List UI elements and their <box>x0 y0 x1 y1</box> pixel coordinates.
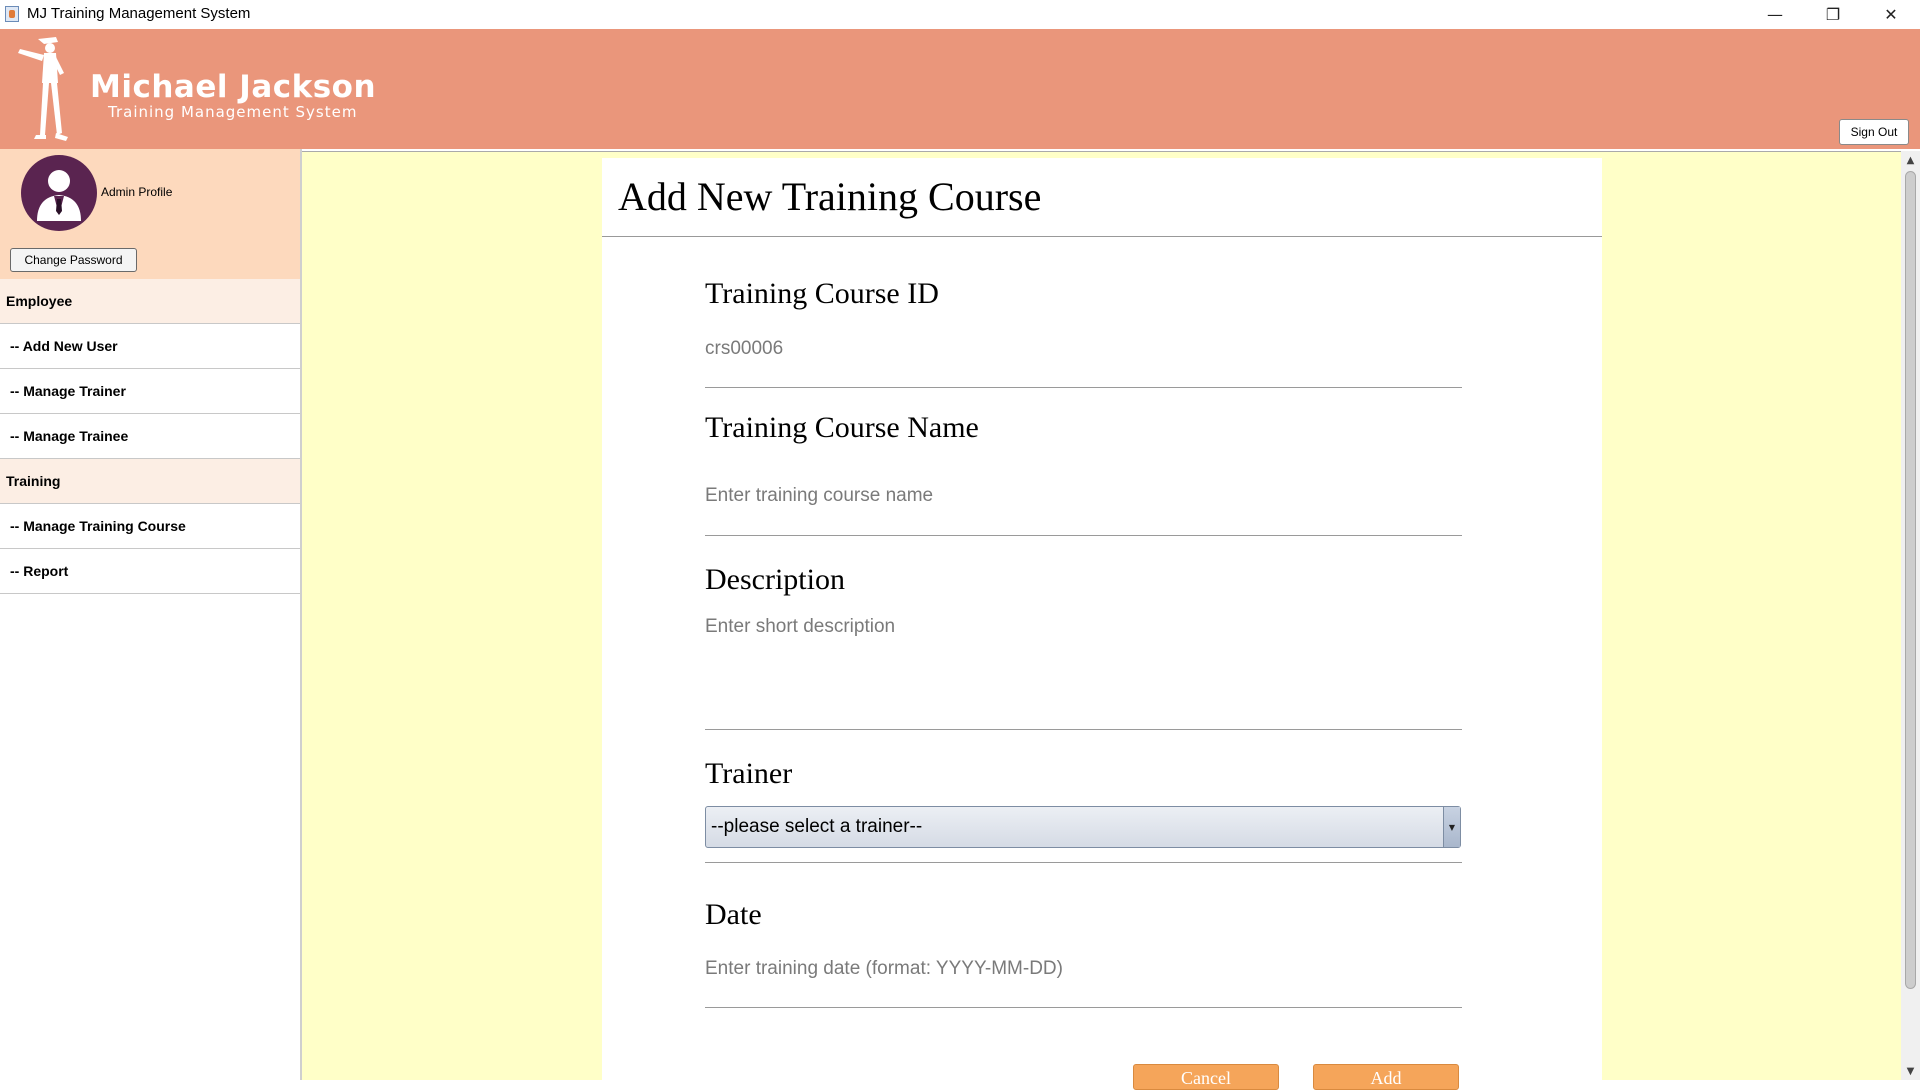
sidebar-section-employee: Employee <box>0 279 300 324</box>
avatar[interactable] <box>21 155 97 231</box>
maximize-button[interactable]: ❐ <box>1804 0 1862 29</box>
course-name-input[interactable]: Enter training course name <box>705 485 933 507</box>
cancel-button[interactable]: Cancel <box>1133 1064 1279 1090</box>
main-content: Add New Training Course Training Course … <box>302 151 1902 1090</box>
trainer-select-value: --please select a trainer-- <box>711 816 923 837</box>
profile-panel: Admin Profile Change Password <box>0 149 300 279</box>
restore-icon: ❐ <box>1825 5 1841 24</box>
close-button[interactable]: ✕ <box>1862 0 1920 29</box>
java-app-icon <box>5 6 19 22</box>
vertical-scrollbar[interactable]: ▲ ▼ <box>1901 151 1920 1080</box>
description-underline <box>705 729 1462 730</box>
minimize-button[interactable]: — <box>1746 0 1804 29</box>
title-divider <box>602 236 1602 237</box>
profile-label[interactable]: Admin Profile <box>101 185 172 199</box>
scroll-up-icon[interactable]: ▲ <box>1901 151 1920 169</box>
add-course-form: Add New Training Course Training Course … <box>602 158 1602 1090</box>
sidebar-item-report[interactable]: -- Report <box>0 549 300 594</box>
course-id-value: crs00006 <box>705 338 784 359</box>
sidebar-item-manage-trainee[interactable]: -- Manage Trainee <box>0 414 300 459</box>
app-header: Michael Jackson Training Management Syst… <box>0 29 1920 149</box>
sidebar-item-add-new-user[interactable]: -- Add New User <box>0 324 300 369</box>
user-icon <box>37 170 81 221</box>
course-id-underline <box>705 387 1462 388</box>
trainer-underline <box>705 862 1462 863</box>
sign-out-button[interactable]: Sign Out <box>1839 119 1909 145</box>
sidebar-section-training: Training <box>0 459 300 504</box>
window-title: MJ Training Management System <box>27 5 251 22</box>
chevron-down-icon[interactable]: ▼ <box>1443 807 1460 847</box>
close-icon: ✕ <box>1884 5 1898 24</box>
scroll-down-icon[interactable]: ▼ <box>1901 1062 1920 1080</box>
change-password-button[interactable]: Change Password <box>10 248 137 272</box>
trainer-label: Trainer <box>705 757 793 790</box>
date-input[interactable]: Enter training date (format: YYYY-MM-DD) <box>705 958 1063 980</box>
brand-title: Michael Jackson <box>90 69 377 105</box>
sidebar-item-manage-training-course[interactable]: -- Manage Training Course <box>0 504 300 549</box>
description-label: Description <box>705 563 845 596</box>
course-name-underline <box>705 535 1462 536</box>
sidebar-item-manage-trainer[interactable]: -- Manage Trainer <box>0 369 300 414</box>
trainer-select[interactable]: --please select a trainer-- ▼ <box>705 806 1461 848</box>
brand-subtitle: Training Management System <box>108 103 358 121</box>
dancer-logo-icon <box>18 37 68 141</box>
add-button[interactable]: Add <box>1313 1064 1459 1090</box>
sidebar: Admin Profile Change Password Employee -… <box>0 149 300 1080</box>
minimize-icon: — <box>1767 5 1783 24</box>
scrollbar-thumb[interactable] <box>1905 171 1916 989</box>
course-id-label: Training Course ID <box>705 277 939 310</box>
date-underline <box>705 1007 1462 1008</box>
course-name-label: Training Course Name <box>705 411 979 444</box>
description-input[interactable]: Enter short description <box>705 616 895 638</box>
page-title: Add New Training Course <box>618 174 1042 219</box>
window-titlebar: MJ Training Management System — ❐ ✕ <box>0 0 1920 29</box>
date-label: Date <box>705 898 762 931</box>
